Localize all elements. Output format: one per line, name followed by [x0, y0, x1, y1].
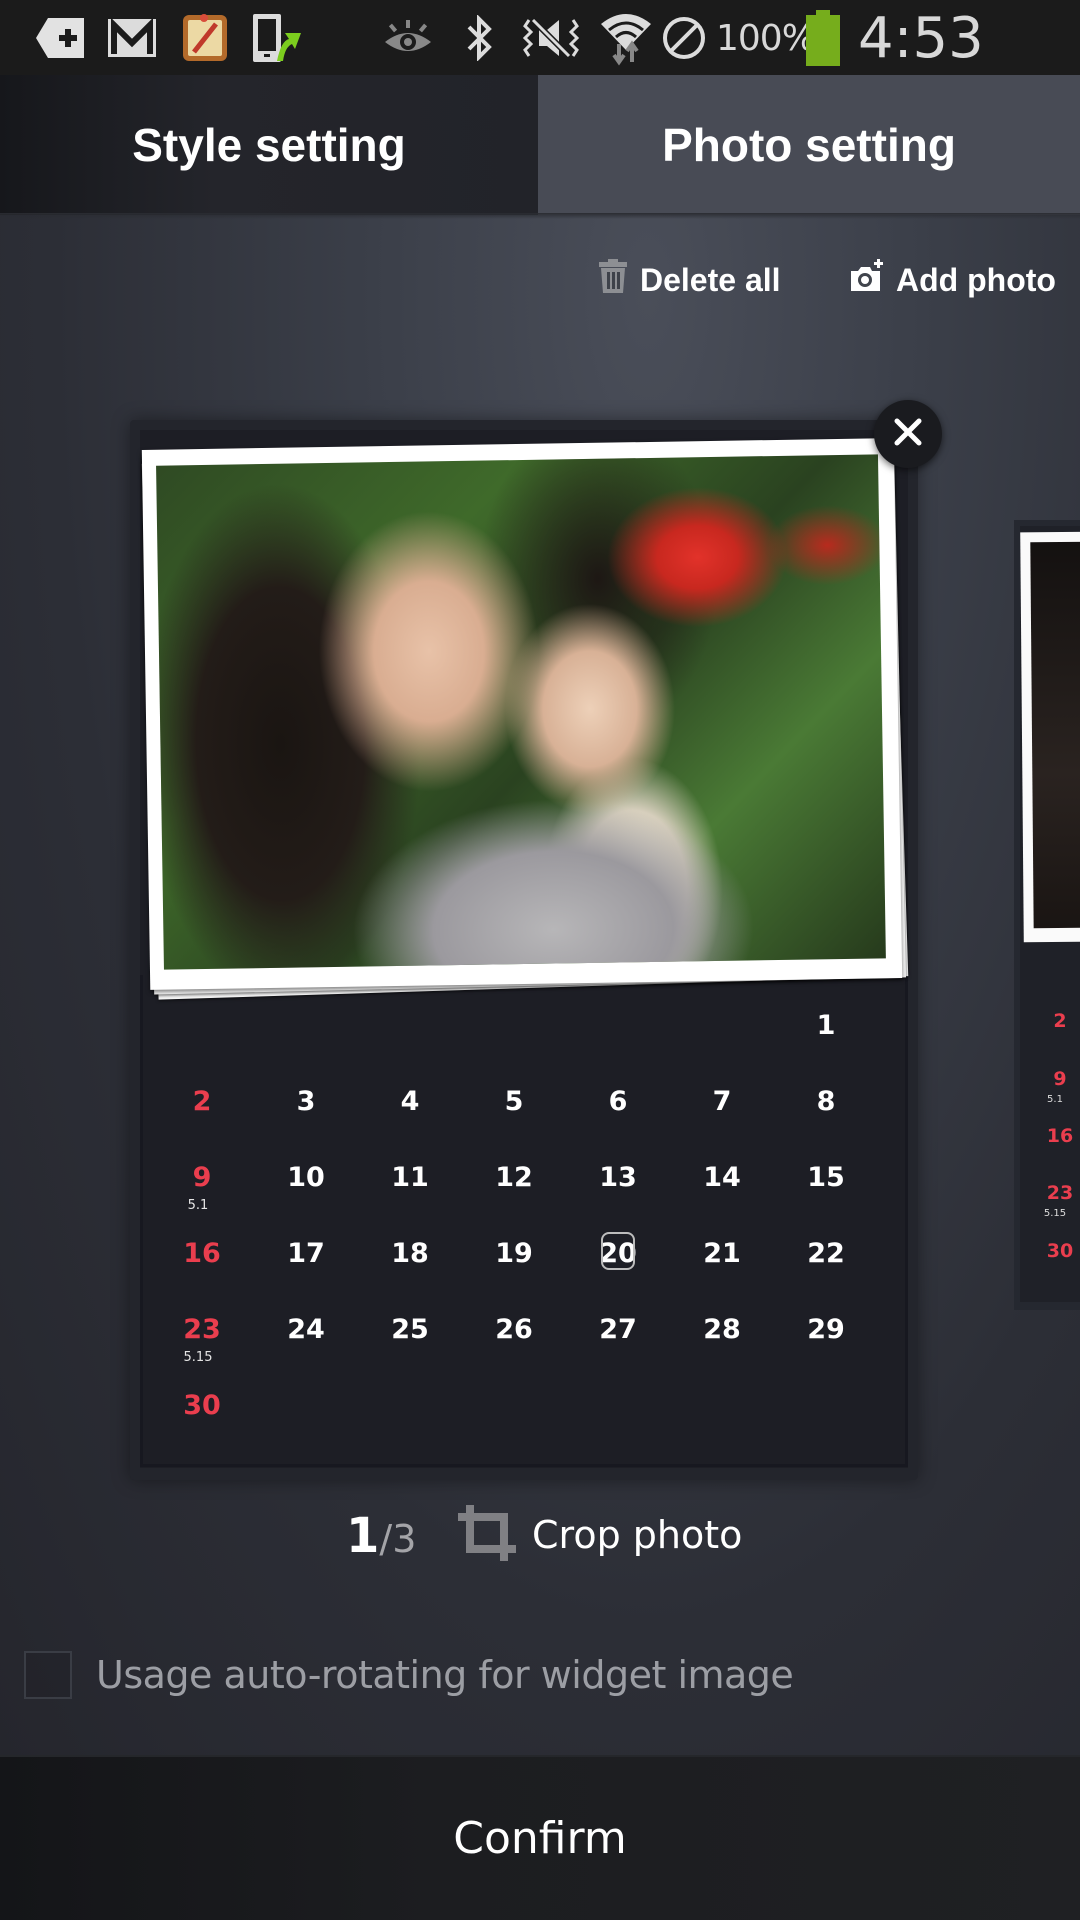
calendar-day-subtext: 5.1 — [187, 1198, 209, 1213]
calendar-day-sunday: 30 — [183, 1390, 221, 1421]
calendar-day: 4 — [400, 1086, 420, 1117]
today-marker — [601, 1232, 635, 1270]
calendar-day: 5 — [504, 1086, 524, 1117]
smart-stay-eye-icon — [382, 14, 434, 62]
page-current: 1 — [346, 1508, 380, 1564]
calendar-day: 26 — [495, 1314, 533, 1345]
calendar-day: 7 — [712, 1086, 732, 1117]
trash-icon — [598, 259, 640, 301]
crop-icon — [458, 1504, 518, 1566]
calendar-day: 17 — [287, 1238, 325, 1269]
auto-rotate-label: Usage auto-rotating for widget image — [96, 1653, 794, 1697]
page-indicator: 1 /3 — [346, 1508, 416, 1578]
calendar-day: 18 — [391, 1238, 429, 1269]
calendar-day: 12 — [495, 1162, 533, 1193]
bluetooth-icon — [460, 14, 500, 62]
close-icon — [894, 418, 922, 451]
add-photo-button[interactable]: Add photo — [850, 255, 1056, 305]
auto-rotate-option[interactable]: Usage auto-rotating for widget image — [24, 1648, 794, 1702]
phone-upload-icon — [250, 14, 304, 62]
tab-bar: Style setting Photo setting — [0, 75, 1080, 215]
delete-all-button[interactable]: Delete all — [598, 255, 781, 305]
vibrate-mute-icon — [520, 14, 582, 62]
peek-day: 2 — [1053, 1010, 1067, 1032]
peek-day: 23 — [1046, 1182, 1074, 1204]
calendar-card-edge — [140, 975, 908, 1467]
page-total: /3 — [379, 1517, 417, 1561]
notes-app-icon — [180, 14, 230, 62]
calendar-day: 15 — [807, 1162, 845, 1193]
calendar-day: 6 — [608, 1086, 628, 1117]
calendar-day: 10 — [287, 1162, 325, 1193]
calendar-day: 14 — [703, 1162, 741, 1193]
peek-day: 9 — [1053, 1068, 1067, 1090]
calendar-day: 11 — [391, 1162, 429, 1193]
calendar-day-sunday: 2 — [192, 1086, 212, 1117]
no-sim-icon — [660, 14, 708, 62]
wifi-data-icon — [598, 14, 654, 66]
peek-day-subtext: 5.15 — [1043, 1208, 1067, 1219]
battery-icon — [806, 10, 840, 66]
calendar-day: 3 — [296, 1086, 316, 1117]
peek-day: 16 — [1046, 1125, 1074, 1147]
status-bar: 100% 4:53 PM — [0, 0, 1080, 136]
delete-all-label: Delete all — [640, 261, 781, 298]
calendar-day: 28 — [703, 1314, 741, 1345]
calendar-photo — [156, 454, 886, 970]
add-photo-label: Add photo — [896, 261, 1056, 298]
crop-photo-button[interactable]: Crop photo — [458, 1504, 743, 1566]
calendar-day-sunday: 23 — [183, 1314, 221, 1345]
add-camera-icon — [850, 259, 896, 301]
calendar-day: 24 — [287, 1314, 325, 1345]
calendar-day-sunday: 16 — [183, 1238, 221, 1269]
calendar-photo-frame[interactable] — [141, 438, 903, 990]
battery-percent: 100% — [716, 18, 816, 59]
auto-rotate-checkbox[interactable] — [24, 1651, 72, 1699]
calendar-day: 19 — [495, 1238, 533, 1269]
tab-bar-shadow — [0, 213, 1080, 219]
calendar-day: 27 — [599, 1314, 637, 1345]
next-calendar-photo — [1020, 531, 1080, 943]
gmail-icon — [106, 14, 158, 62]
calendar-day-subtext: 5.15 — [183, 1350, 213, 1365]
bookmark-plus-icon — [34, 14, 88, 62]
tab-style-setting[interactable]: Style setting — [0, 75, 538, 215]
crop-photo-label: Crop photo — [532, 1513, 743, 1557]
calendar-day: 13 — [599, 1162, 637, 1193]
calendar-day: 8 — [816, 1086, 836, 1117]
calendar-day-sunday: 9 — [192, 1162, 212, 1193]
remove-photo-button[interactable] — [874, 400, 942, 468]
peek-day: 30 — [1046, 1240, 1074, 1262]
calendar-day: 25 — [391, 1314, 429, 1345]
calendar-day: 21 — [703, 1238, 741, 1269]
calendar-day: 1 — [816, 1010, 836, 1041]
calendar-day: 22 — [807, 1238, 845, 1269]
peek-day-subtext: 5.1 — [1047, 1094, 1063, 1105]
confirm-label: Confirm — [453, 1813, 627, 1864]
calendar-day: 29 — [807, 1314, 845, 1345]
confirm-button[interactable]: Confirm — [0, 1755, 1080, 1920]
tab-photo-setting[interactable]: Photo setting — [538, 75, 1080, 215]
